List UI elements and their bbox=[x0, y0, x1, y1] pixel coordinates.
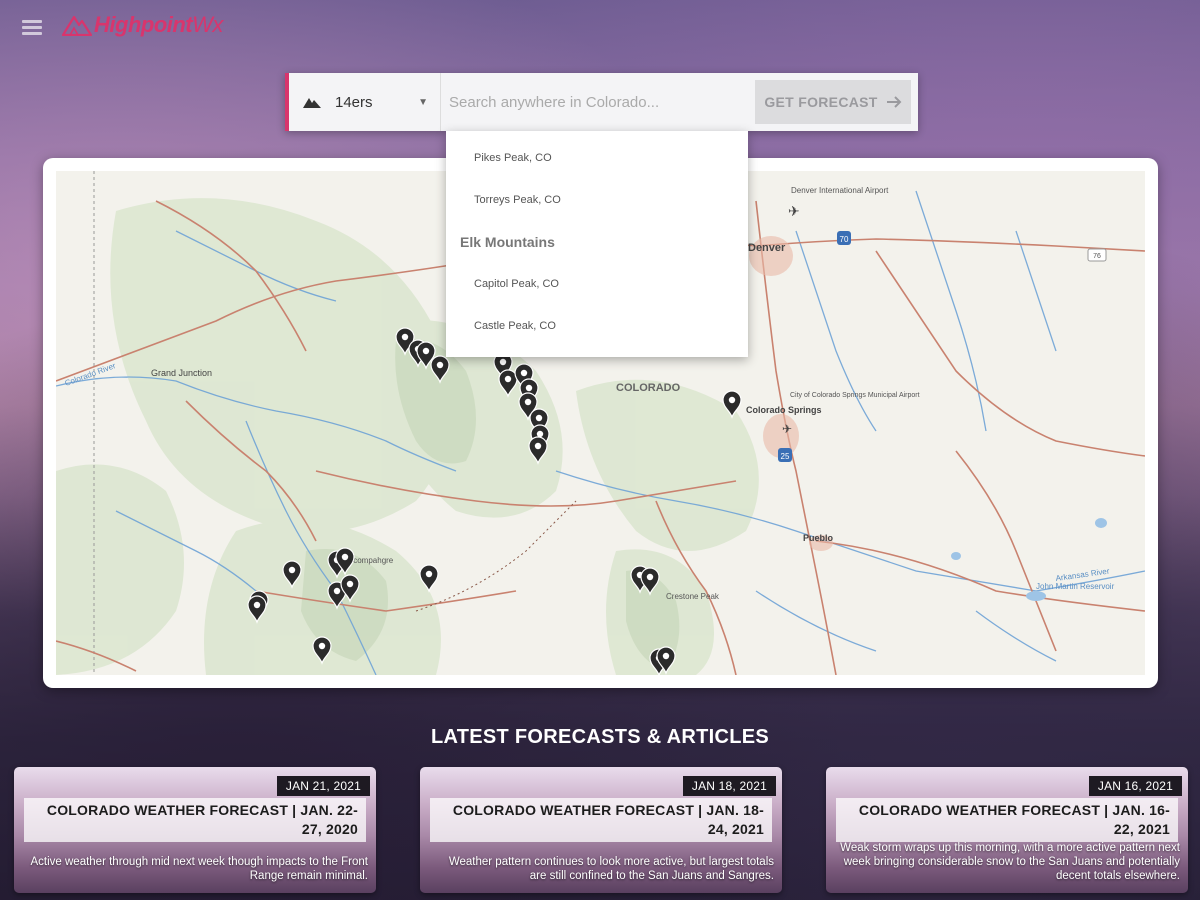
peak-marker-dot bbox=[525, 384, 533, 392]
svg-text:25: 25 bbox=[781, 452, 790, 461]
article-date: JAN 21, 2021 bbox=[276, 776, 370, 796]
logo[interactable]: HighpointWx bbox=[62, 12, 223, 38]
peak-marker-dot bbox=[536, 430, 544, 438]
search-dropdown: Pikes Peak, CO Torreys Peak, CO Elk Moun… bbox=[446, 131, 748, 357]
peak-marker-dot bbox=[499, 358, 507, 366]
article-date: JAN 16, 2021 bbox=[1088, 776, 1182, 796]
dropdown-item[interactable]: Pikes Peak, CO bbox=[474, 152, 552, 164]
category-value: 14ers bbox=[335, 93, 373, 111]
peak-marker-dot bbox=[401, 333, 409, 341]
peak-marker-dot bbox=[534, 442, 542, 450]
peak-marker-dot bbox=[333, 587, 341, 595]
interstate-shield-i25: 25 bbox=[778, 448, 792, 462]
peak-marker-dot bbox=[524, 398, 532, 406]
arrow-right-icon bbox=[886, 96, 902, 108]
article-description: Weather pattern continues to look more a… bbox=[448, 856, 774, 882]
mountain-logo-icon bbox=[62, 15, 92, 36]
peak-marker-dot bbox=[662, 652, 670, 660]
mountain-icon bbox=[303, 98, 321, 108]
article-card[interactable]: JAN 16, 2021 COLORADO WEATHER FORECAST |… bbox=[826, 767, 1188, 893]
get-forecast-label: GET FORECAST bbox=[764, 94, 878, 110]
article-title[interactable]: COLORADO WEATHER FORECAST | JAN. 16-22, … bbox=[836, 798, 1178, 842]
article-description: Active weather through mid next week tho… bbox=[30, 856, 368, 882]
search-bar: 14ers ▼ GET FORECAST bbox=[285, 73, 918, 131]
article-card[interactable]: JAN 21, 2021 COLORADO WEATHER FORECAST |… bbox=[14, 767, 376, 893]
map-label-pueblo: Pueblo bbox=[803, 533, 834, 543]
chevron-down-icon: ▼ bbox=[418, 96, 428, 108]
map-label-denver: Denver bbox=[748, 242, 786, 254]
dropdown-item[interactable]: Capitol Peak, CO bbox=[474, 278, 559, 290]
route-shield-76: 76 bbox=[1087, 248, 1107, 262]
article-description: Weak storm wraps up this morning, with a… bbox=[840, 842, 1180, 882]
category-select[interactable]: 14ers ▼ bbox=[289, 73, 441, 131]
map-label-arkansas-river: Arkansas River bbox=[1055, 566, 1110, 583]
peak-marker-dot bbox=[520, 369, 528, 377]
logo-text: HighpointWx bbox=[94, 12, 223, 37]
peak-marker-dot bbox=[425, 570, 433, 578]
search-input[interactable] bbox=[441, 73, 755, 131]
map-label-colorado-springs: Colorado Springs bbox=[746, 405, 822, 415]
peak-marker-dot bbox=[535, 414, 543, 422]
peak-marker-dot bbox=[504, 375, 512, 383]
article-date: JAN 18, 2021 bbox=[682, 776, 776, 796]
dropdown-item[interactable]: Torreys Peak, CO bbox=[474, 194, 561, 206]
peak-marker-dot bbox=[318, 642, 326, 650]
peak-marker-dot bbox=[341, 553, 349, 561]
peak-marker-dot bbox=[253, 601, 261, 609]
article-card[interactable]: JAN 18, 2021 COLORADO WEATHER FORECAST |… bbox=[420, 767, 782, 893]
interstate-shield-i70: 70 bbox=[837, 231, 851, 245]
airport-icon: ✈ bbox=[788, 203, 800, 219]
map-label-crestone: Crestone Peak bbox=[666, 592, 720, 601]
peak-marker-dot bbox=[436, 361, 444, 369]
peak-marker-dot bbox=[288, 566, 296, 574]
airport-icon: ✈ bbox=[782, 422, 792, 436]
map-label-cos-airport: City of Colorado Springs Municipal Airpo… bbox=[790, 392, 920, 399]
map-label-john-martin: John Martin Reservoir bbox=[1036, 582, 1115, 591]
article-title[interactable]: COLORADO WEATHER FORECAST | JAN. 18-24, … bbox=[430, 798, 772, 842]
svg-text:76: 76 bbox=[1093, 253, 1101, 260]
dropdown-item[interactable]: Castle Peak, CO bbox=[474, 320, 556, 332]
peak-marker-dot bbox=[346, 580, 354, 588]
svg-text:70: 70 bbox=[840, 235, 849, 244]
map-label-state: COLORADO bbox=[616, 382, 681, 394]
map-label-airport: Denver International Airport bbox=[791, 186, 889, 195]
get-forecast-button[interactable]: GET FORECAST bbox=[755, 80, 911, 124]
peak-marker-dot bbox=[422, 347, 430, 355]
article-title[interactable]: COLORADO WEATHER FORECAST | JAN. 22-27, … bbox=[24, 798, 366, 842]
map-label-grand-junction: Grand Junction bbox=[151, 368, 212, 378]
peak-marker-dot bbox=[646, 573, 654, 581]
dropdown-group-label: Elk Mountains bbox=[460, 234, 555, 250]
menu-icon[interactable] bbox=[22, 20, 42, 36]
peak-marker-dot bbox=[728, 396, 736, 404]
section-title: LATEST FORECASTS & ARTICLES bbox=[430, 726, 770, 748]
